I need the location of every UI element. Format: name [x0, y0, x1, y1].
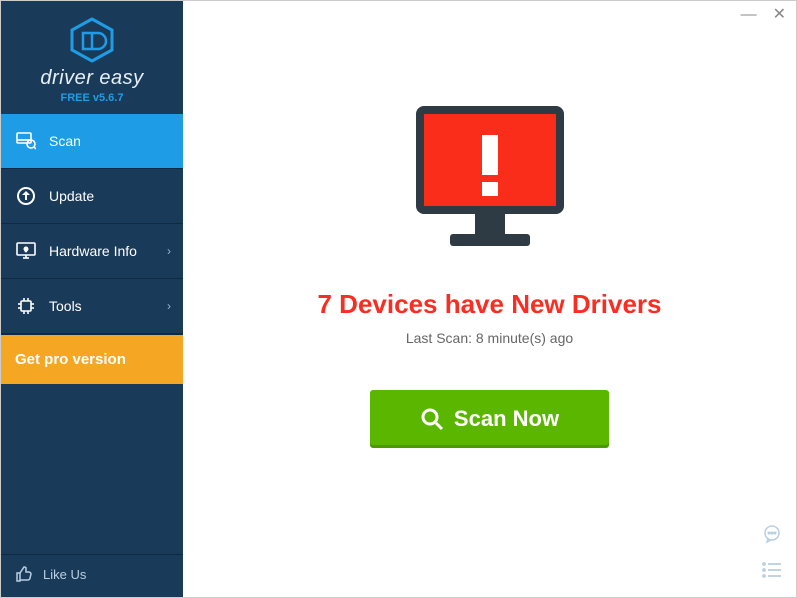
scan-icon — [15, 130, 37, 152]
list-icon — [762, 562, 782, 578]
get-pro-button[interactable]: Get pro version — [1, 334, 183, 384]
alert-monitor-icon — [400, 100, 580, 265]
brand-name: driver easy — [1, 67, 183, 90]
window-controls: — ✕ — [741, 7, 786, 23]
minimize-button[interactable]: — — [741, 7, 757, 23]
chevron-right-icon: › — [167, 244, 171, 258]
nav-label: Scan — [49, 133, 81, 149]
get-pro-label: Get pro version — [15, 351, 126, 368]
update-icon — [15, 185, 37, 207]
chat-icon — [762, 524, 782, 544]
nav-item-update[interactable]: Update — [1, 169, 183, 224]
nav-label: Hardware Info — [49, 243, 137, 259]
nav-label: Update — [49, 188, 94, 204]
search-icon — [420, 407, 444, 431]
like-us-label: Like Us — [43, 567, 86, 582]
scan-now-button[interactable]: Scan Now — [370, 390, 609, 448]
sidebar-footer: Like Us — [1, 554, 183, 597]
logo-area: driver easy FREE v5.6.7 — [1, 1, 183, 114]
last-scan-label: Last Scan: 8 minute(s) ago — [406, 330, 573, 346]
close-button[interactable]: ✕ — [773, 7, 786, 23]
scan-now-label: Scan Now — [454, 406, 559, 432]
app-logo-icon — [68, 17, 116, 63]
main-content: 7 Devices have New Drivers Last Scan: 8 … — [183, 1, 796, 597]
version-label: FREE v5.6.7 — [1, 92, 183, 104]
feedback-button[interactable] — [762, 524, 782, 549]
sidebar-spacer — [1, 384, 183, 554]
chevron-right-icon: › — [167, 299, 171, 313]
nav-label: Tools — [49, 298, 82, 314]
like-us-button[interactable]: Like Us — [15, 565, 86, 583]
app-window: — ✕ driver easy FREE v5.6.7 Scan — [0, 0, 797, 598]
nav-item-tools[interactable]: Tools › — [1, 279, 183, 334]
headline: 7 Devices have New Drivers — [318, 289, 662, 320]
nav-item-hardware-info[interactable]: i Hardware Info › — [1, 224, 183, 279]
nav-item-scan[interactable]: Scan — [1, 114, 183, 169]
thumbs-up-icon — [15, 565, 33, 583]
sidebar: driver easy FREE v5.6.7 Scan U — [1, 1, 183, 597]
tools-icon — [15, 295, 37, 317]
hardware-info-icon: i — [15, 240, 37, 262]
menu-button[interactable] — [762, 562, 782, 583]
